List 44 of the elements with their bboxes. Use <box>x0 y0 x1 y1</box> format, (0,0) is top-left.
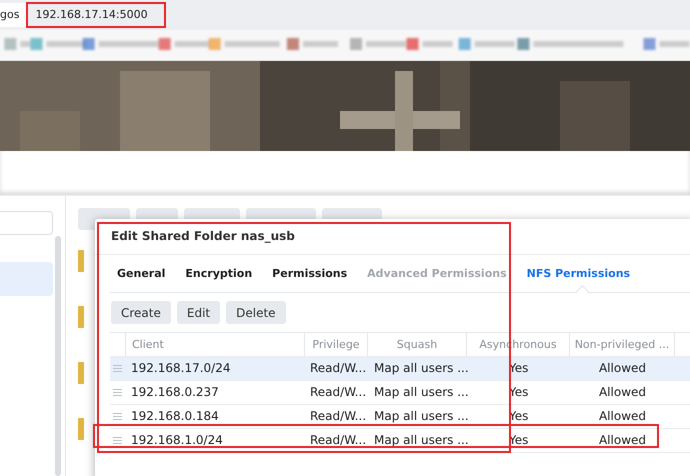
table-cell-text: Read/W... <box>309 384 368 401</box>
drag-handle-icon[interactable] <box>113 389 122 396</box>
table-cell-text: Map all users ... <box>373 384 467 401</box>
folder-icon <box>78 250 84 272</box>
table-cell-text: Read/W... <box>309 432 368 449</box>
drag-handle-icon[interactable] <box>113 365 122 372</box>
table-cell-text: Allowed <box>598 384 648 401</box>
tab[interactable]: NFS Permissions <box>526 255 630 292</box>
table-cell-text: 192.168.1.0/24 <box>130 432 224 449</box>
table-cell-text: Yes <box>508 432 530 449</box>
table-cell-text: Allowed <box>598 408 648 425</box>
sidebar-item[interactable] <box>0 262 53 296</box>
table-row[interactable]: 192.168.0.237 Read/W... Map all users ... Yes Allowed <box>110 381 690 405</box>
dialog-button[interactable]: Delete <box>226 301 286 324</box>
folder-icon <box>78 306 84 328</box>
table-cell-text: Allowed <box>598 360 648 377</box>
table-cell-text: 192.168.17.0/24 <box>130 360 232 377</box>
table-cell-text: Yes <box>508 408 530 425</box>
tab[interactable]: Encryption <box>185 255 252 292</box>
drag-handle-icon[interactable] <box>113 437 122 444</box>
dialog-button[interactable]: Edit <box>176 301 220 324</box>
table-row[interactable]: 192.168.1.0/24 Read/W... Map all users ... Yes Allowed <box>110 429 690 453</box>
table-cell-text: Map all users ... <box>373 360 467 377</box>
table-cell-text: Map all users ... <box>373 408 467 425</box>
dialog-button[interactable]: Create <box>111 301 171 324</box>
table-cell-text: Yes <box>508 384 530 401</box>
table-cell-text: Map all users ... <box>373 432 467 449</box>
search-field[interactable] <box>0 211 53 235</box>
table-cell-text: Allowed <box>598 432 648 449</box>
table-cell-text: Read/W... <box>309 408 368 425</box>
folder-icon <box>78 362 84 384</box>
tab[interactable]: General <box>117 255 166 292</box>
table-cell-text: 192.168.0.184 <box>130 408 220 425</box>
table-cell-text: Yes <box>508 360 530 377</box>
tab-title[interactable]: gos <box>0 3 28 27</box>
drag-handle-icon[interactable] <box>113 413 122 420</box>
dialog-title: Edit Shared Folder nas_usb <box>95 219 690 255</box>
address-field[interactable]: 192.168.17.14:5000 <box>31 5 152 25</box>
table-row[interactable]: 192.168.0.184 Read/W... Map all users ... Yes Allowed <box>110 405 690 429</box>
folder-icon <box>78 418 84 440</box>
table-cell-text: Read/W... <box>309 360 368 377</box>
table-row[interactable]: 192.168.17.0/24 Read/W... Map all users ... Yes Allowed <box>110 357 690 381</box>
table-cell-text: 192.168.0.237 <box>130 384 220 401</box>
tab[interactable]: Permissions <box>272 255 348 292</box>
